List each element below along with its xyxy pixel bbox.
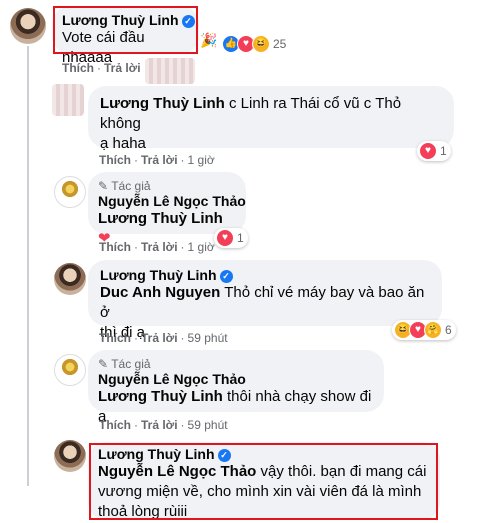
avatar[interactable] — [54, 263, 86, 295]
reply-author[interactable]: Lương Thuỳ Linh ✓ — [100, 267, 430, 283]
reply-link[interactable]: Trả lời — [141, 418, 178, 432]
reply-bubble: Lương Thuỳ Linh ✓ Duc Anh Nguyen Thỏ chỉ … — [88, 260, 442, 341]
reaction-summary[interactable]: 😆 ♥ 🤗 6 — [392, 320, 456, 340]
timestamp[interactable]: 1 giờ — [188, 240, 215, 254]
comment-actions: Thích · Trả lời — [62, 61, 141, 75]
mention[interactable]: Lương Thuỳ Linh — [98, 388, 223, 405]
mention[interactable]: Lương Thuỳ Linh — [98, 210, 223, 227]
reply-author[interactable]: Nguyễn Lê Ngọc Thảo — [98, 193, 246, 209]
reply-link[interactable]: Trả lời — [104, 61, 141, 75]
reply-text: Lương Thuỳ Linh c Linh ra Thái cổ vũ c T… — [100, 95, 402, 132]
author-tag: ✎ Tác giả — [98, 357, 151, 371]
reply-actions: Thích · Trả lời · 59 phút — [99, 331, 228, 345]
like-link[interactable]: Thích — [99, 153, 131, 167]
like-link[interactable]: Thích — [62, 61, 94, 75]
avatar[interactable] — [10, 8, 46, 44]
like-link[interactable]: Thích — [99, 331, 131, 345]
timestamp[interactable]: 59 phút — [188, 331, 228, 345]
reply-link[interactable]: Trả lời — [141, 240, 178, 254]
reply-bubble: ✎ Tác giả Nguyễn Lê Ngọc Thảo Lương Thuỳ… — [88, 350, 384, 425]
blurred-avatar — [145, 58, 195, 84]
reply-link[interactable]: Trả lời — [141, 331, 178, 345]
reply-text-continued: ạ haha — [100, 135, 146, 152]
like-link[interactable]: Thích — [99, 418, 131, 432]
reply-actions: Thích · Trả lời · 1 giờ — [99, 153, 215, 167]
love-reaction-icon: ♥ — [419, 142, 437, 160]
mention[interactable]: Lương Thuỳ Linh — [100, 95, 225, 112]
reply-text: Duc Anh Nguyen Thỏ chỉ vé máy bay và bao… — [100, 284, 425, 321]
reaction-summary[interactable]: ♥ 1 — [417, 141, 451, 161]
reaction-count: 1 — [237, 231, 244, 245]
reply-actions: Thích · Trả lời · 59 phút — [99, 418, 228, 432]
timestamp[interactable]: 1 giờ — [188, 153, 215, 167]
reply-actions: Thích · Trả lời · 1 giờ — [99, 240, 215, 254]
reaction-count: 1 — [440, 144, 447, 158]
like-link[interactable]: Thích — [99, 240, 131, 254]
party-emoji-icon: 🎉 — [200, 32, 218, 48]
reaction-summary[interactable]: ♥ 1 — [214, 228, 248, 248]
pencil-icon: ✎ — [98, 179, 109, 193]
haha-reaction-icon: 😆 — [252, 35, 270, 53]
mention[interactable]: Duc Anh Nguyen — [100, 284, 220, 301]
pencil-icon: ✎ — [98, 357, 109, 371]
reaction-count: 6 — [445, 323, 452, 337]
reaction-count: 25 — [273, 37, 287, 51]
highlight-box — [53, 6, 198, 54]
avatar[interactable] — [54, 354, 86, 386]
reply-link[interactable]: Trả lời — [141, 153, 178, 167]
love-reaction-icon: ♥ — [216, 229, 234, 247]
care-reaction-icon: 🤗 — [424, 321, 442, 339]
reaction-summary[interactable]: 👍 ♥ 😆 25 — [220, 34, 290, 54]
verified-icon: ✓ — [219, 270, 233, 283]
avatar[interactable] — [54, 440, 86, 472]
timestamp[interactable]: 59 phút — [188, 418, 228, 432]
highlight-box — [89, 443, 438, 520]
avatar[interactable] — [52, 84, 84, 116]
avatar[interactable] — [54, 176, 86, 208]
thread-line — [27, 46, 29, 486]
reply-author[interactable]: Nguyễn Lê Ngọc Thảo — [98, 371, 374, 387]
author-tag: ✎ Tác giả — [98, 179, 151, 193]
reply-bubble: ✎ Tác giả Nguyễn Lê Ngọc Thảo Lương Thuỳ… — [88, 172, 246, 247]
reply-bubble: Lương Thuỳ Linh c Linh ra Thái cổ vũ c T… — [88, 86, 454, 152]
